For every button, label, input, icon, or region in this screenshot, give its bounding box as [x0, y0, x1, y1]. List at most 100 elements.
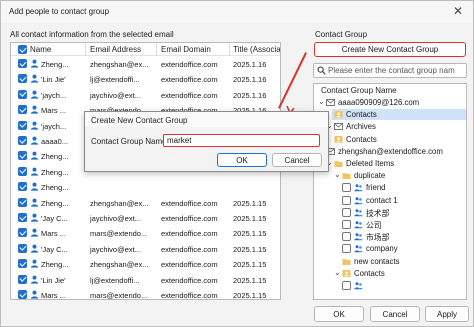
cell-email: mars@extendo...	[90, 229, 148, 239]
tree-node[interactable]: ⌄ Contacts	[314, 268, 466, 279]
tree-node[interactable]: ⌄ aaaa090909@126.com	[314, 97, 466, 108]
table-row[interactable]: Zheng...	[11, 181, 280, 193]
row-checkbox[interactable]	[18, 290, 27, 299]
tree-node[interactable]: 市场部	[314, 231, 466, 242]
chevron-down-icon[interactable]: ⌄	[318, 97, 325, 106]
row-checkbox[interactable]	[18, 151, 27, 161]
tree-node-label: new contacts	[354, 256, 400, 266]
contact-group-tree: Contact Group Name ⌄ aaaa090909@126.com Co…	[313, 83, 467, 300]
row-checkbox[interactable]	[18, 105, 27, 115]
column-header-email[interactable]: Email Address	[90, 45, 141, 54]
table-row[interactable]: 'Jay C... jaychivo@ext... extendoffice.com…	[11, 212, 280, 224]
table-row[interactable]: 'Jay C... jaychivo@ext... extendoffice.com…	[11, 243, 280, 255]
contact-icon	[30, 90, 39, 99]
column-header-name[interactable]: Name	[30, 45, 51, 54]
cell-domain: extendoffice.com	[161, 244, 218, 254]
cancel-button[interactable]: Cancel	[370, 306, 420, 322]
title-bar: Add people to contact group ✕	[1, 1, 473, 23]
close-icon[interactable]: ✕	[453, 4, 463, 18]
cell-domain: extendoffice.com	[161, 60, 218, 69]
tree-node[interactable]: contact 1	[314, 195, 466, 206]
tree-node[interactable]: ⌄ Archives	[314, 121, 466, 132]
tree-node-label: company	[366, 244, 398, 254]
column-header-domain[interactable]: Email Domain	[161, 45, 211, 54]
row-checkbox[interactable]	[18, 243, 27, 253]
row-checkbox[interactable]	[18, 228, 27, 238]
folder-icon	[342, 171, 351, 182]
tree-node-label: Archives	[346, 122, 376, 132]
contact-icon	[30, 136, 39, 145]
cell-domain: extendoffice.com	[161, 291, 218, 300]
row-checkbox[interactable]	[18, 120, 27, 130]
modal-ok-button[interactable]: OK	[217, 153, 267, 167]
table-row[interactable]: 'jaych... jaychivo@ext... extendoffice.com…	[11, 89, 280, 101]
grid-header: Name Email Address Email Domain Title (A…	[11, 43, 280, 56]
contact-icon	[30, 121, 39, 130]
group-icon	[354, 208, 363, 219]
row-checkbox[interactable]	[18, 89, 27, 99]
apply-button[interactable]: Apply	[425, 306, 469, 322]
tree-node[interactable]: ⌄zhengshan@extendoffice.com	[314, 146, 466, 157]
tree-node[interactable]	[314, 280, 466, 291]
folder-icon	[334, 159, 343, 170]
cell-email: zhengshan@ex...	[90, 60, 149, 69]
table-row[interactable]: Zheng... zhengshan@ex... extendoffice.com 2…	[11, 58, 280, 70]
table-row[interactable]: Mars ... mars@extendo... extendoffice.com 2…	[11, 289, 280, 300]
row-checkbox[interactable]	[18, 136, 27, 145]
chevron-down-icon[interactable]: ⌄	[334, 268, 341, 277]
tree-node[interactable]: 技术部	[314, 207, 466, 218]
tree-node[interactable]: friend	[314, 182, 466, 193]
cell-domain: extendoffice.com	[161, 214, 218, 223]
tree-node[interactable]: ⌄ duplicate	[314, 170, 466, 181]
annotation-arrow	[278, 52, 307, 109]
cell-title: 2025.1.15	[233, 275, 267, 285]
tree-checkbox[interactable]	[342, 281, 351, 290]
table-row[interactable]: Zheng... zhengshan@ex... extendoffice.com 2…	[11, 258, 280, 270]
create-new-contact-group-button[interactable]: Create New Contact Group	[314, 42, 466, 57]
row-checkbox[interactable]	[18, 213, 27, 222]
column-header-title[interactable]: Title (Associa	[233, 45, 280, 54]
table-row[interactable]: Zheng... zhengshan@ex... extendoffice.com 2…	[11, 197, 280, 209]
modal-cancel-button[interactable]: Cancel	[272, 153, 322, 167]
row-checkbox[interactable]	[18, 166, 27, 176]
row-checkbox[interactable]	[18, 59, 27, 68]
tree-node-label: contact 1	[366, 195, 398, 205]
tree-node[interactable]: Contacts	[332, 109, 466, 121]
row-checkbox[interactable]	[18, 197, 27, 207]
table-row[interactable]: 'Lin Jie' lj@extendoffi... extendoffice.co…	[11, 73, 280, 85]
cell-name: 'jaych...	[41, 90, 67, 100]
tree-checkbox[interactable]	[342, 232, 351, 242]
tree-node[interactable]: ⌄ Deleted Items	[314, 158, 466, 169]
row-checkbox[interactable]	[18, 274, 27, 284]
row-checkbox[interactable]	[18, 74, 27, 84]
row-checkbox[interactable]	[18, 259, 27, 269]
contacts-folder-icon	[342, 269, 351, 280]
cell-email: zhengshan@ex...	[90, 198, 149, 208]
contact-icon	[30, 290, 39, 299]
group-name-input[interactable]: market	[163, 134, 320, 147]
tree-node-label: aaaa090909@126.com	[338, 98, 420, 107]
tree-node[interactable]: company	[314, 243, 466, 254]
tree-checkbox[interactable]	[342, 183, 351, 193]
contact-icon	[30, 275, 39, 284]
cell-title: 2025.1.15	[233, 214, 267, 223]
chevron-down-icon[interactable]: ⌄	[334, 170, 341, 179]
select-all-checkbox[interactable]	[18, 45, 27, 54]
tree-checkbox[interactable]	[342, 244, 351, 254]
group-search-input[interactable]: Please enter the contact group nam	[313, 63, 467, 78]
tree-node[interactable]: new contacts	[314, 256, 466, 267]
table-row[interactable]: Mars ... mars@extendo... extendoffice.com 2…	[11, 227, 280, 239]
tree-checkbox[interactable]	[342, 195, 351, 205]
tree-node[interactable]: 公司	[314, 219, 466, 230]
right-caption: Contact Group	[315, 30, 368, 39]
tree-node-label: zhengshan@extendoffice.com	[338, 146, 443, 156]
tree-checkbox[interactable]	[342, 220, 351, 229]
contact-icon	[30, 167, 39, 176]
tree-checkbox[interactable]	[342, 207, 351, 217]
ok-button[interactable]: OK	[314, 306, 364, 322]
row-checkbox[interactable]	[18, 182, 27, 192]
cell-name: 'Lin Jie'	[41, 75, 66, 85]
cell-title: 2025.1.15	[233, 291, 267, 300]
tree-node[interactable]: Contacts	[314, 134, 466, 145]
table-row[interactable]: 'Lin Jie' lj@extendoffi... extendoffice.co…	[11, 274, 280, 286]
